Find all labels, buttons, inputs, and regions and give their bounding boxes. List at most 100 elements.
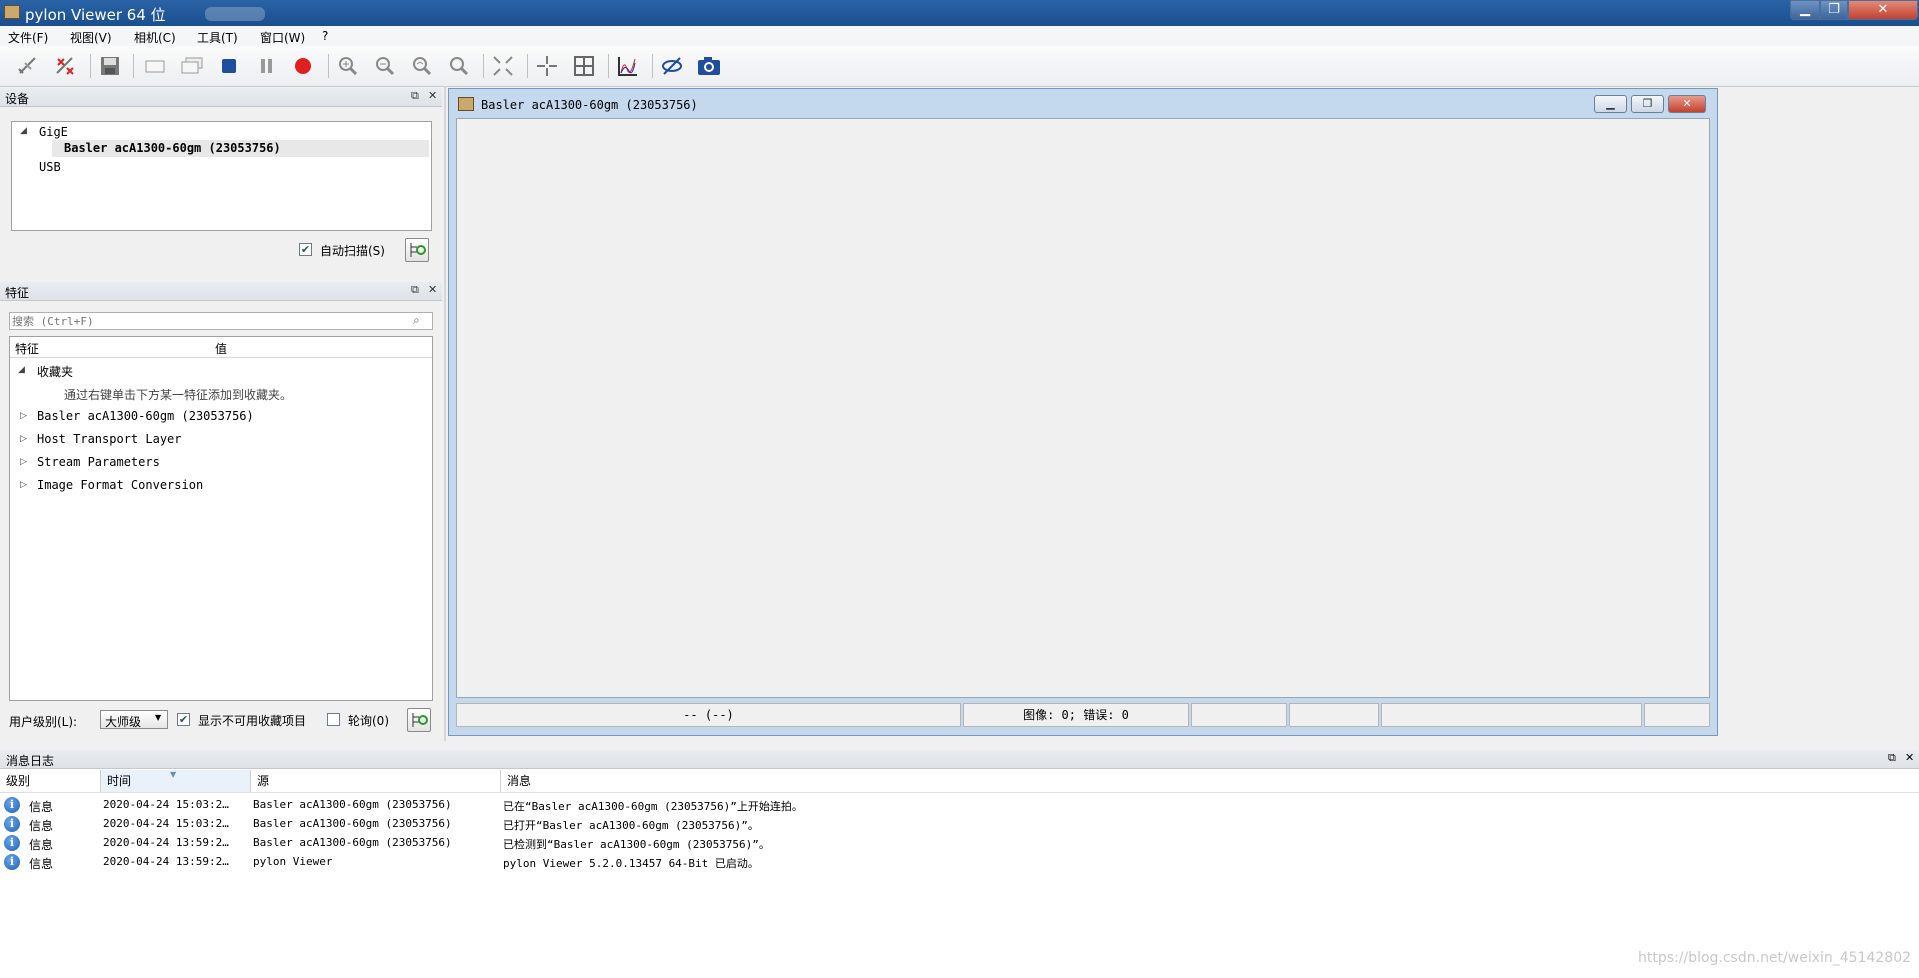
blurred-area [205,7,265,21]
refresh-features-button[interactable] [407,708,431,732]
panel-splitter[interactable] [444,86,446,741]
collapsed-triangle-icon[interactable]: ▷ [20,480,27,490]
open-camera-icon[interactable] [15,53,41,79]
tree-device-item[interactable]: Basler acA1300-60gm (23053756) [64,141,281,155]
toolbar-separator [328,54,329,78]
log-col-source[interactable]: 源 [251,770,501,792]
log-time: 2020-04-24 13:59:2… [103,836,229,849]
continuous-shot-icon[interactable] [179,53,205,79]
camera-window-icon [458,97,474,111]
log-col-message[interactable]: 消息 [501,770,1919,792]
table-row[interactable]: i 信息 2020-04-24 15:03:2… Basler acA1300-… [0,796,1000,815]
close-icon[interactable]: ✕ [428,89,437,102]
single-shot-icon[interactable] [142,53,168,79]
stop-icon[interactable] [216,53,242,79]
zoom-100-icon[interactable] [446,53,472,79]
collapsed-triangle-icon[interactable]: ▷ [20,411,27,421]
user-level-select[interactable]: 大师级 ▼ [100,710,168,729]
favorites-node[interactable]: 收藏夹 [37,363,73,380]
toolbar-separator [608,54,609,78]
record-icon[interactable] [290,53,316,79]
feature-node-host-transport[interactable]: Host Transport Layer [37,432,182,446]
pause-icon[interactable] [253,53,279,79]
info-icon: i [4,854,20,870]
refresh-icon [410,243,426,257]
polling-checkbox[interactable] [327,713,340,726]
image-window: Basler acA1300-60gm (23053756) ▁ ❐ ✕ -- … [448,88,1718,736]
show-unavailable-checkbox[interactable]: ✔ [177,713,190,726]
log-message: 已在“Basler acA1300-60gm (23053756)”上开始连拍。 [503,800,803,813]
table-row[interactable]: i 信息 2020-04-24 13:59:2… Basler acA1300-… [0,834,1000,853]
info-icon: i [4,816,20,832]
zoom-out-icon[interactable] [372,53,398,79]
camera-snapshot-icon[interactable] [696,53,722,79]
status-cell-position: -- (--) [456,703,961,727]
float-icon[interactable]: ⧉ [1888,751,1896,765]
status-cell-empty [1289,703,1379,727]
pixel-inspect-icon[interactable] [659,53,685,79]
devices-panel-title: 设备 [5,92,30,106]
tree-group-usb[interactable]: USB [39,160,61,174]
search-input[interactable] [12,314,402,328]
feature-node-stream[interactable]: Stream Parameters [37,455,160,469]
close-icon[interactable]: ✕ [1905,751,1914,764]
log-time: 2020-04-24 13:59:2… [103,855,229,868]
devices-panel-header: 设备 ⧉ ✕ [0,88,442,107]
zoom-in-icon[interactable] [335,53,361,79]
grid-icon[interactable] [571,53,597,79]
log-level: 信息 [29,800,54,814]
crosshair-icon[interactable] [534,53,560,79]
search-icon[interactable]: ⌕ [413,313,420,328]
image-window-restore-button[interactable]: ❐ [1631,95,1664,113]
tree-group-gige[interactable]: GigE [39,125,68,139]
log-col-level[interactable]: 级别 [0,770,101,792]
collapsed-triangle-icon[interactable]: ▷ [20,434,27,444]
table-row[interactable]: i 信息 2020-04-24 15:03:2… Basler acA1300-… [0,815,1000,834]
refresh-devices-button[interactable] [405,238,429,262]
info-icon: i [4,797,20,813]
col-value-header[interactable]: 值 [215,340,227,357]
image-display-area[interactable] [456,118,1710,698]
log-source: Basler acA1300-60gm (23053756) [253,836,452,849]
feature-node-device[interactable]: Basler acA1300-60gm (23053756) [37,409,254,423]
zoom-fit-icon[interactable] [409,53,435,79]
status-cell-empty [1644,703,1710,727]
maximize-button[interactable]: ❐ [1820,0,1848,20]
features-panel-header: 特征 ⧉ ✕ [0,282,442,301]
feature-node-image-format[interactable]: Image Format Conversion [37,478,203,492]
menu-camera[interactable]: 相机(C) [134,29,176,46]
log-time: 2020-04-24 15:03:2… [103,817,229,830]
watermark: https://blog.csdn.net/weixin_45142802 [1638,950,1912,966]
col-feature-header[interactable]: 特征 [15,340,39,357]
status-cell-empty [1381,703,1642,727]
float-icon[interactable]: ⧉ [411,283,419,297]
fit-window-icon[interactable] [490,53,516,79]
user-level-value: 大师级 [105,715,142,729]
expanded-triangle-icon[interactable]: ◢ [20,126,27,136]
collapsed-triangle-icon[interactable]: ▷ [20,457,27,467]
menu-view[interactable]: 视图(V) [70,29,112,46]
menu-bar: 文件(F) 视图(V) 相机(C) 工具(T) 窗口(W) ? [0,26,1919,47]
menu-window[interactable]: 窗口(W) [260,29,305,46]
log-source: Basler acA1300-60gm (23053756) [253,798,452,811]
minimize-button[interactable]: ▁ [1790,0,1820,20]
status-cell-empty [1191,703,1287,727]
close-camera-icon[interactable] [52,53,78,79]
auto-scan-checkbox[interactable]: ✔ [299,243,312,256]
toolbar-separator [133,54,134,78]
histogram-icon[interactable] [615,53,641,79]
close-icon[interactable]: ✕ [428,283,437,296]
menu-tools[interactable]: 工具(T) [197,29,238,46]
features-panel-title: 特征 [5,286,30,300]
log-panel-title: 消息日志 [6,754,55,768]
expanded-triangle-icon[interactable]: ◢ [18,365,25,375]
menu-file[interactable]: 文件(F) [8,29,48,46]
table-row[interactable]: i 信息 2020-04-24 13:59:2… pylon Viewer py… [0,853,1000,872]
toolbar-separator [652,54,653,78]
save-icon[interactable] [97,53,123,79]
float-icon[interactable]: ⧉ [411,89,419,103]
image-window-minimize-button[interactable]: ▁ [1594,95,1627,113]
close-button[interactable]: ✕ [1848,0,1918,20]
image-window-close-button[interactable]: ✕ [1668,95,1706,113]
menu-help[interactable]: ? [322,29,328,43]
